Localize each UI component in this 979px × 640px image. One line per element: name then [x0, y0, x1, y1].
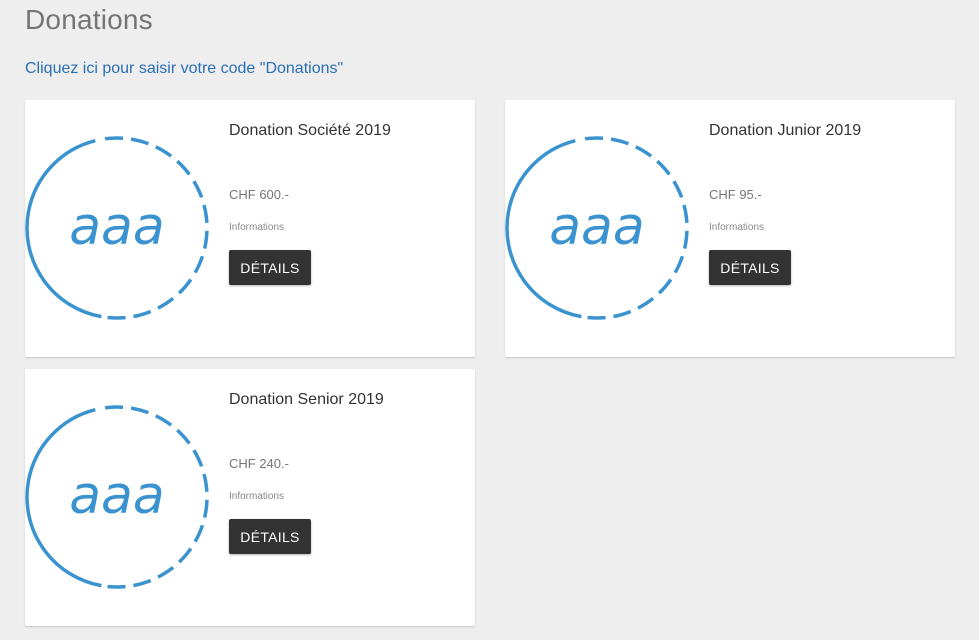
aaa-logo-image: aaa	[25, 136, 209, 320]
donation-name: Donation Société 2019	[229, 122, 391, 139]
donation-info: Informations	[229, 222, 285, 233]
details-button[interactable]: DÉTAILS	[229, 519, 311, 554]
donation-card: aaa Donation Société 2019 CHF 600.- Info…	[25, 100, 475, 357]
donation-info: Informations	[229, 491, 285, 502]
logo-text: aaa	[549, 197, 645, 257]
donation-card: aaa Donation Senior 2019 CHF 240.- Infor…	[25, 369, 475, 626]
donation-price: CHF 600.-	[229, 187, 289, 202]
donation-name: Donation Junior 2019	[709, 122, 862, 139]
donation-name: Donation Senior 2019	[229, 391, 384, 408]
logo-text: aaa	[69, 466, 165, 526]
donation-info: Informations	[709, 222, 765, 233]
page-title: Donations	[25, 4, 153, 35]
enter-donation-code-link[interactable]: Cliquez ici pour saisir votre code "Dona…	[25, 60, 343, 78]
details-button[interactable]: DÉTAILS	[709, 250, 791, 285]
aaa-logo-image: aaa	[505, 136, 689, 320]
donation-price: CHF 95.-	[709, 187, 762, 202]
logo-text: aaa	[69, 197, 165, 257]
aaa-logo-image: aaa	[25, 405, 209, 589]
details-button[interactable]: DÉTAILS	[229, 250, 311, 285]
donation-price: CHF 240.-	[229, 456, 289, 471]
donation-card: aaa Donation Junior 2019 CHF 95.- Inform…	[505, 100, 955, 357]
